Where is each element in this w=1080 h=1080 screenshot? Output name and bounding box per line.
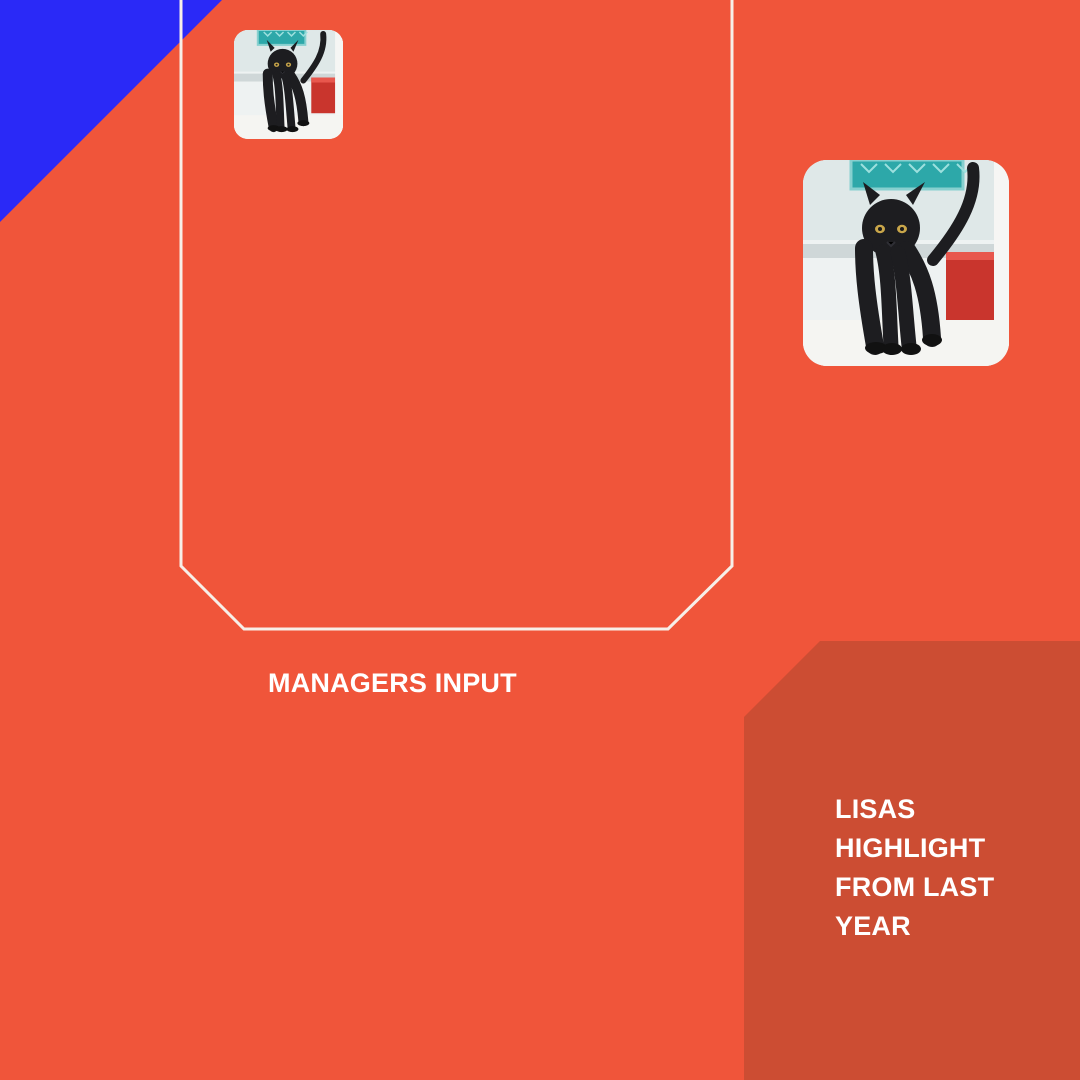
- highlight-label: LISAS HIGHLIGHT FROM LAST YEAR: [835, 794, 995, 941]
- black-kitten-photo-icon: [234, 30, 343, 139]
- social-post-canvas: MANAGERS INPUT LISAS HIGHLIGHT FROM LAST…: [0, 0, 1080, 1080]
- small-cat-photo: [234, 30, 343, 139]
- managers-input-label: MANAGERS INPUT: [268, 668, 517, 698]
- blue-corner-triangle: [0, 0, 222, 222]
- large-cat-photo: [803, 160, 1009, 366]
- black-kitten-photo-icon: [803, 160, 1009, 366]
